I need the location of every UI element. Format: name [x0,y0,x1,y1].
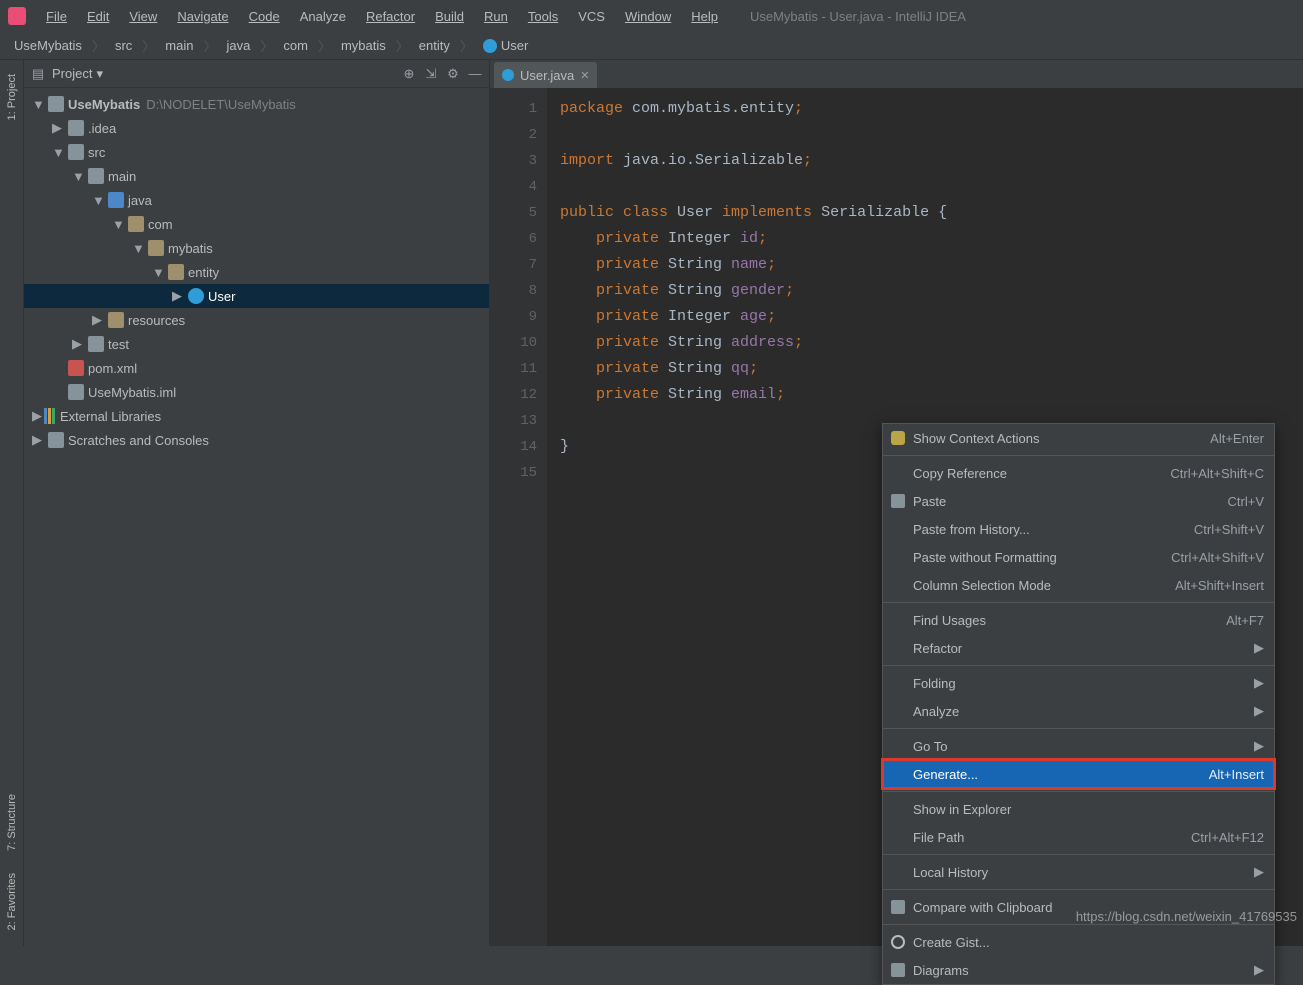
tab-label: User.java [520,68,574,83]
menu-view[interactable]: View [121,5,165,28]
module-icon [48,96,64,112]
menu-help[interactable]: Help [683,5,726,28]
class-icon [483,39,497,53]
menu-navigate[interactable]: Navigate [169,5,236,28]
package-icon [168,264,184,280]
menu-file[interactable]: File [38,5,75,28]
menu-build[interactable]: Build [427,5,472,28]
hide-icon[interactable]: — [467,66,483,82]
ctx-folding[interactable]: Folding▶ [883,669,1274,697]
collapse-icon[interactable]: ⇲ [423,66,439,82]
ctx-local-history[interactable]: Local History▶ [883,858,1274,886]
ctx-find-usages[interactable]: Find UsagesAlt+F7 [883,606,1274,634]
ctx-paste-no-format[interactable]: Paste without FormattingCtrl+Alt+Shift+V [883,543,1274,571]
tree-pom[interactable]: pom.xml [24,356,489,380]
breadcrumb-item[interactable]: src [109,36,138,55]
folder-icon [88,168,104,184]
project-panel: ▤ Project ▾ ⊕ ⇲ ⚙ — ▼UseMybatisD:\NODELE… [24,60,490,946]
ctx-copy-reference[interactable]: Copy ReferenceCtrl+Alt+Shift+C [883,459,1274,487]
ctx-file-path[interactable]: File PathCtrl+Alt+F12 [883,823,1274,851]
breadcrumb: UseMybatis〉 src〉 main〉 java〉 com〉 mybati… [0,32,1303,60]
ctx-paste[interactable]: PasteCtrl+V [883,487,1274,515]
folder-icon [88,336,104,352]
ctx-paste-history[interactable]: Paste from History...Ctrl+Shift+V [883,515,1274,543]
tree-java[interactable]: ▼java [24,188,489,212]
scratches-icon [48,432,64,448]
tab-user-java[interactable]: User.java ✕ [494,62,597,88]
ctx-column-selection[interactable]: Column Selection ModeAlt+Shift+Insert [883,571,1274,599]
file-icon [68,384,84,400]
menu-refactor[interactable]: Refactor [358,5,423,28]
menu-run[interactable]: Run [476,5,516,28]
breadcrumb-item[interactable]: entity [413,36,456,55]
breadcrumb-class[interactable]: User [477,36,534,56]
class-icon [188,288,204,304]
watermark: https://blog.csdn.net/weixin_41769535 [1076,909,1297,924]
menu-edit[interactable]: Edit [79,5,117,28]
ctx-refactor[interactable]: Refactor▶ [883,634,1274,662]
tree-com[interactable]: ▼com [24,212,489,236]
source-folder-icon [108,192,124,208]
settings-icon[interactable]: ⚙ [445,66,461,82]
window-title: UseMybatis - User.java - IntelliJ IDEA [750,9,966,24]
menu-bar: File Edit View Navigate Code Analyze Ref… [0,0,1303,32]
breadcrumb-item[interactable]: mybatis [335,36,392,55]
resources-icon [108,312,124,328]
breadcrumb-item[interactable]: java [221,36,257,55]
ctx-show-in-explorer[interactable]: Show in Explorer [883,795,1274,823]
ctx-go-to[interactable]: Go To▶ [883,732,1274,760]
compare-icon [891,900,905,914]
line-gutter: 123456789101112131415 [490,88,548,946]
ctx-analyze[interactable]: Analyze▶ [883,697,1274,725]
breadcrumb-item[interactable]: main [159,36,199,55]
menu-vcs[interactable]: VCS [570,5,613,28]
breadcrumb-root[interactable]: UseMybatis [8,36,88,55]
package-icon [148,240,164,256]
library-icon [44,408,60,424]
project-panel-header: ▤ Project ▾ ⊕ ⇲ ⚙ — [24,60,489,88]
project-icon: ▤ [30,66,46,82]
tree-mybatis[interactable]: ▼mybatis [24,236,489,260]
rail-structure[interactable]: 7: Structure [6,794,18,851]
rail-favorites[interactable]: 2: Favorites [6,873,18,930]
bulb-icon [891,431,905,445]
tree-resources[interactable]: ▶resources [24,308,489,332]
left-tool-rail: 1: Project 7: Structure 2: Favorites [0,60,24,946]
maven-icon [68,360,84,376]
breadcrumb-item[interactable]: com [277,36,314,55]
class-icon [502,69,514,81]
folder-icon [68,120,84,136]
menu-analyze[interactable]: Analyze [292,5,354,28]
app-logo-icon [8,7,26,25]
locate-icon[interactable]: ⊕ [401,66,417,82]
tree-idea[interactable]: ▶.idea [24,116,489,140]
tree-root[interactable]: ▼UseMybatisD:\NODELET\UseMybatis [24,92,489,116]
ctx-show-context-actions[interactable]: Show Context ActionsAlt+Enter [883,424,1274,452]
tree-external-libs[interactable]: ▶External Libraries [24,404,489,428]
project-tree[interactable]: ▼UseMybatisD:\NODELET\UseMybatis ▶.idea … [24,88,489,946]
tree-main[interactable]: ▼main [24,164,489,188]
ctx-diagrams[interactable]: Diagrams▶ [883,956,1274,984]
tree-test[interactable]: ▶test [24,332,489,356]
menu-code[interactable]: Code [241,5,288,28]
clipboard-icon [891,494,905,508]
tree-iml[interactable]: UseMybatis.iml [24,380,489,404]
ctx-generate[interactable]: Generate...Alt+Insert [883,760,1274,788]
close-tab-icon[interactable]: ✕ [580,69,589,82]
menu-tools[interactable]: Tools [520,5,566,28]
project-panel-title[interactable]: Project ▾ [52,66,103,82]
tree-scratches[interactable]: ▶Scratches and Consoles [24,428,489,452]
tree-user-class[interactable]: ▶User [24,284,489,308]
ctx-create-gist[interactable]: Create Gist... [883,928,1274,956]
package-icon [128,216,144,232]
folder-icon [68,144,84,160]
tree-entity[interactable]: ▼entity [24,260,489,284]
diagram-icon [891,963,905,977]
editor-context-menu: Show Context ActionsAlt+Enter Copy Refer… [882,423,1275,985]
menu-window[interactable]: Window [617,5,679,28]
github-icon [891,935,905,949]
tree-src[interactable]: ▼src [24,140,489,164]
rail-project[interactable]: 1: Project [6,74,18,120]
editor-tabs: User.java ✕ [490,60,1303,88]
